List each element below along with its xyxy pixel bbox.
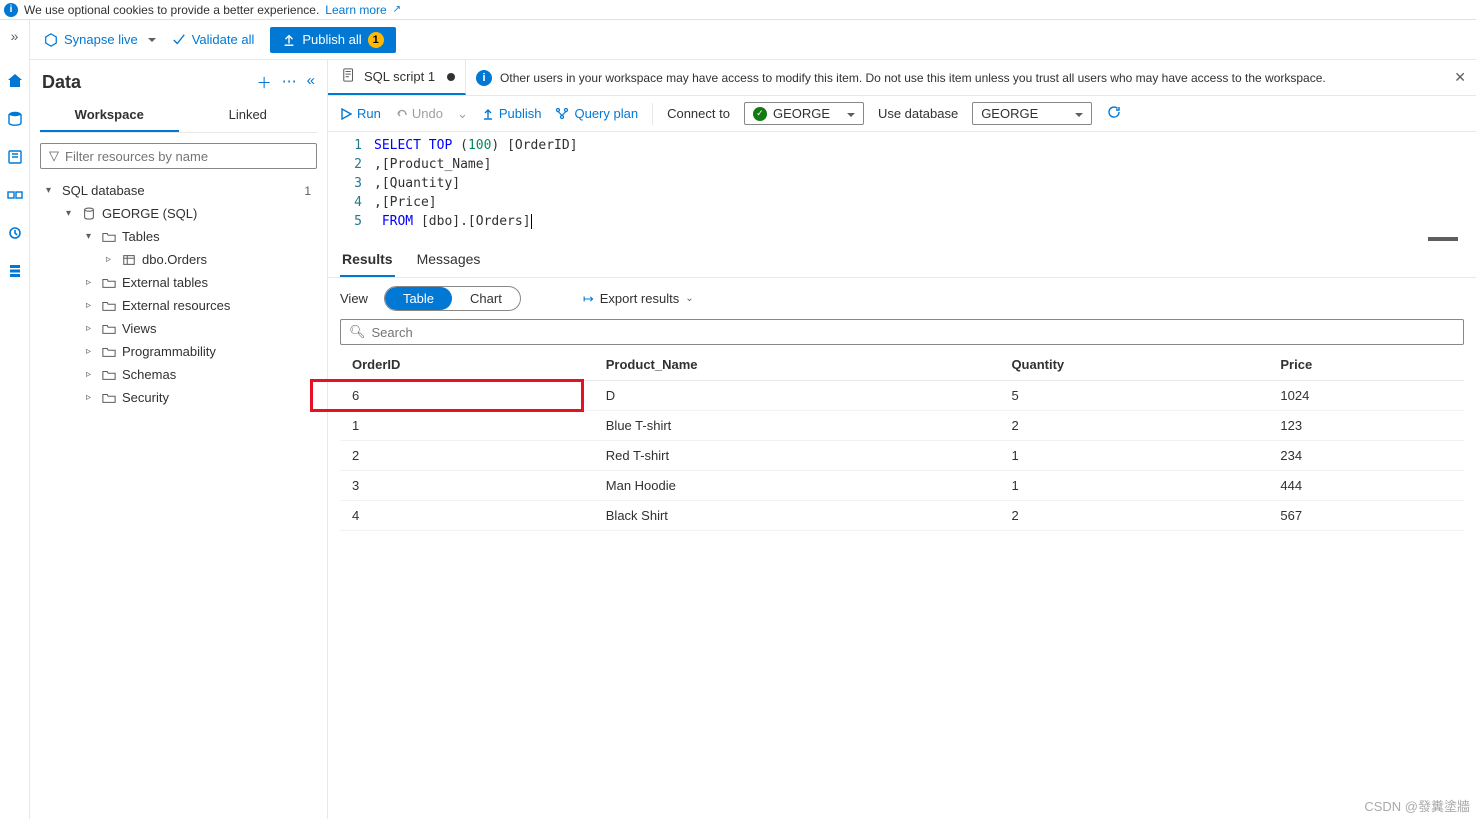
undo-chevron[interactable]: ⌄ [457,106,468,122]
warning-banner: i Other users in your workspace may have… [466,69,1476,86]
column-header[interactable]: Product_Name [594,349,1000,381]
publish-count-badge: 1 [368,32,384,48]
tab-linked[interactable]: Linked [179,99,318,132]
publish-button[interactable]: Publish [482,106,542,121]
learn-more-link[interactable]: Learn more [325,3,386,17]
drag-handle-icon [1428,237,1458,241]
table-row[interactable]: 2Red T-shirt1234 [340,441,1464,471]
tab-workspace[interactable]: Workspace [40,99,179,132]
tree-dbo-orders[interactable]: ▹ dbo.Orders [40,248,317,271]
synapse-live-dropdown[interactable]: Synapse live [44,32,156,47]
publish-all-button[interactable]: Publish all 1 [270,27,395,53]
tree-external-tables[interactable]: ▹External tables [40,271,317,294]
chevron-down-icon: ⌄ [685,293,693,304]
search-icon: 🔍︎ [349,324,366,340]
cookie-banner: i We use optional cookies to provide a b… [0,0,1476,20]
table-row[interactable]: 4Black Shirt2567 [340,501,1464,531]
external-link-icon: ↗ [393,4,401,15]
tab-results[interactable]: Results [340,243,395,277]
tree-programmability[interactable]: ▹Programmability [40,340,317,363]
connect-to-dropdown[interactable]: ✓GEORGE [744,102,864,125]
tree-sql-database[interactable]: ▾ SQL database 1 [40,179,317,202]
folder-icon [102,345,116,359]
tree-security[interactable]: ▹Security [40,386,317,409]
side-title: Data [42,72,81,93]
resource-tree: ▾ SQL database 1 ▾ GEORGE (SQL) ▾ [40,179,317,409]
folder-icon [102,391,116,405]
tree-tables[interactable]: ▾ Tables [40,225,317,248]
info-icon: i [4,3,18,17]
column-header[interactable]: OrderID [340,349,594,381]
folder-icon [102,322,116,336]
toggle-chart[interactable]: Chart [452,287,520,310]
add-icon[interactable]: ＋ [257,72,272,93]
integrate-icon[interactable] [6,186,24,204]
more-icon[interactable]: ⋯ [282,72,297,93]
editor-area: SQL script 1 i Other users in your works… [328,60,1476,819]
connect-to-label: Connect to [667,106,730,121]
refresh-icon[interactable] [1106,104,1122,123]
filter-input[interactable]: ▽ [40,143,317,169]
use-database-label: Use database [878,106,958,121]
editor-action-bar: Run Undo ⌄ Publish Query plan Connect to… [328,96,1476,132]
column-header[interactable]: Quantity [999,349,1268,381]
manage-icon[interactable] [6,262,24,280]
run-button[interactable]: Run [340,106,381,121]
data-icon[interactable] [6,110,24,128]
filter-field[interactable] [65,149,308,164]
highlight-box [310,379,584,412]
folder-icon [102,230,116,244]
tab-messages[interactable]: Messages [415,243,483,277]
undo-button[interactable]: Undo [395,106,443,121]
folder-icon [102,368,116,382]
top-toolbar: Synapse live Validate all Publish all 1 [30,20,1476,60]
folder-icon [102,299,116,313]
results-search-field[interactable] [372,325,1455,340]
table-row[interactable]: 1Blue T-shirt2123 [340,411,1464,441]
export-icon: ↦ [583,291,594,307]
close-icon[interactable]: ✕ [1454,69,1466,86]
home-icon[interactable] [6,72,24,90]
export-results-button[interactable]: ↦ Export results ⌄ [583,291,694,307]
results-search[interactable]: 🔍︎ [340,319,1464,345]
validate-all-button[interactable]: Validate all [172,32,255,47]
info-icon: i [476,70,492,86]
results-grid: OrderIDProduct_NameQuantityPrice 6D51024… [328,349,1476,531]
editor-tab[interactable]: SQL script 1 [328,60,466,95]
cookie-text: We use optional cookies to provide a bet… [24,3,319,17]
panel-resize-handle[interactable] [328,235,1476,243]
query-plan-button[interactable]: Query plan [555,106,638,121]
check-icon: ✓ [753,107,767,121]
code-editor[interactable]: 1SELECT TOP (100) [OrderID]2,[Product_Na… [328,132,1476,235]
tree-external-resources[interactable]: ▹External resources [40,294,317,317]
table-row[interactable]: 6D51024 [340,381,1464,411]
left-rail: » [0,20,30,819]
view-toggle: Table Chart [384,286,521,311]
unsaved-dot-icon [447,73,455,81]
tree-schemas[interactable]: ▹Schemas [40,363,317,386]
column-header[interactable]: Price [1268,349,1464,381]
watermark: CSDN @發糞塗牆 [1364,796,1470,815]
table-header: OrderIDProduct_NameQuantityPrice [340,349,1464,381]
sql-script-icon [342,68,356,85]
develop-icon[interactable] [6,148,24,166]
view-label: View [340,291,368,306]
collapse-panel-icon[interactable]: « [307,72,315,93]
use-database-dropdown[interactable]: GEORGE [972,102,1092,125]
side-panel: Data ＋ ⋯ « Workspace Linked ▽ [30,60,328,819]
warning-text: Other users in your workspace may have a… [500,71,1326,85]
collapse-rail-icon[interactable]: » [11,28,19,44]
table-row[interactable]: 3Man Hoodie1444 [340,471,1464,501]
filter-icon: ▽ [49,148,59,164]
tree-views[interactable]: ▹Views [40,317,317,340]
folder-icon [102,276,116,290]
monitor-icon[interactable] [6,224,24,242]
toggle-table[interactable]: Table [385,287,452,310]
tree-george-db[interactable]: ▾ GEORGE (SQL) [40,202,317,225]
table-icon [122,253,136,267]
database-icon [82,207,96,221]
